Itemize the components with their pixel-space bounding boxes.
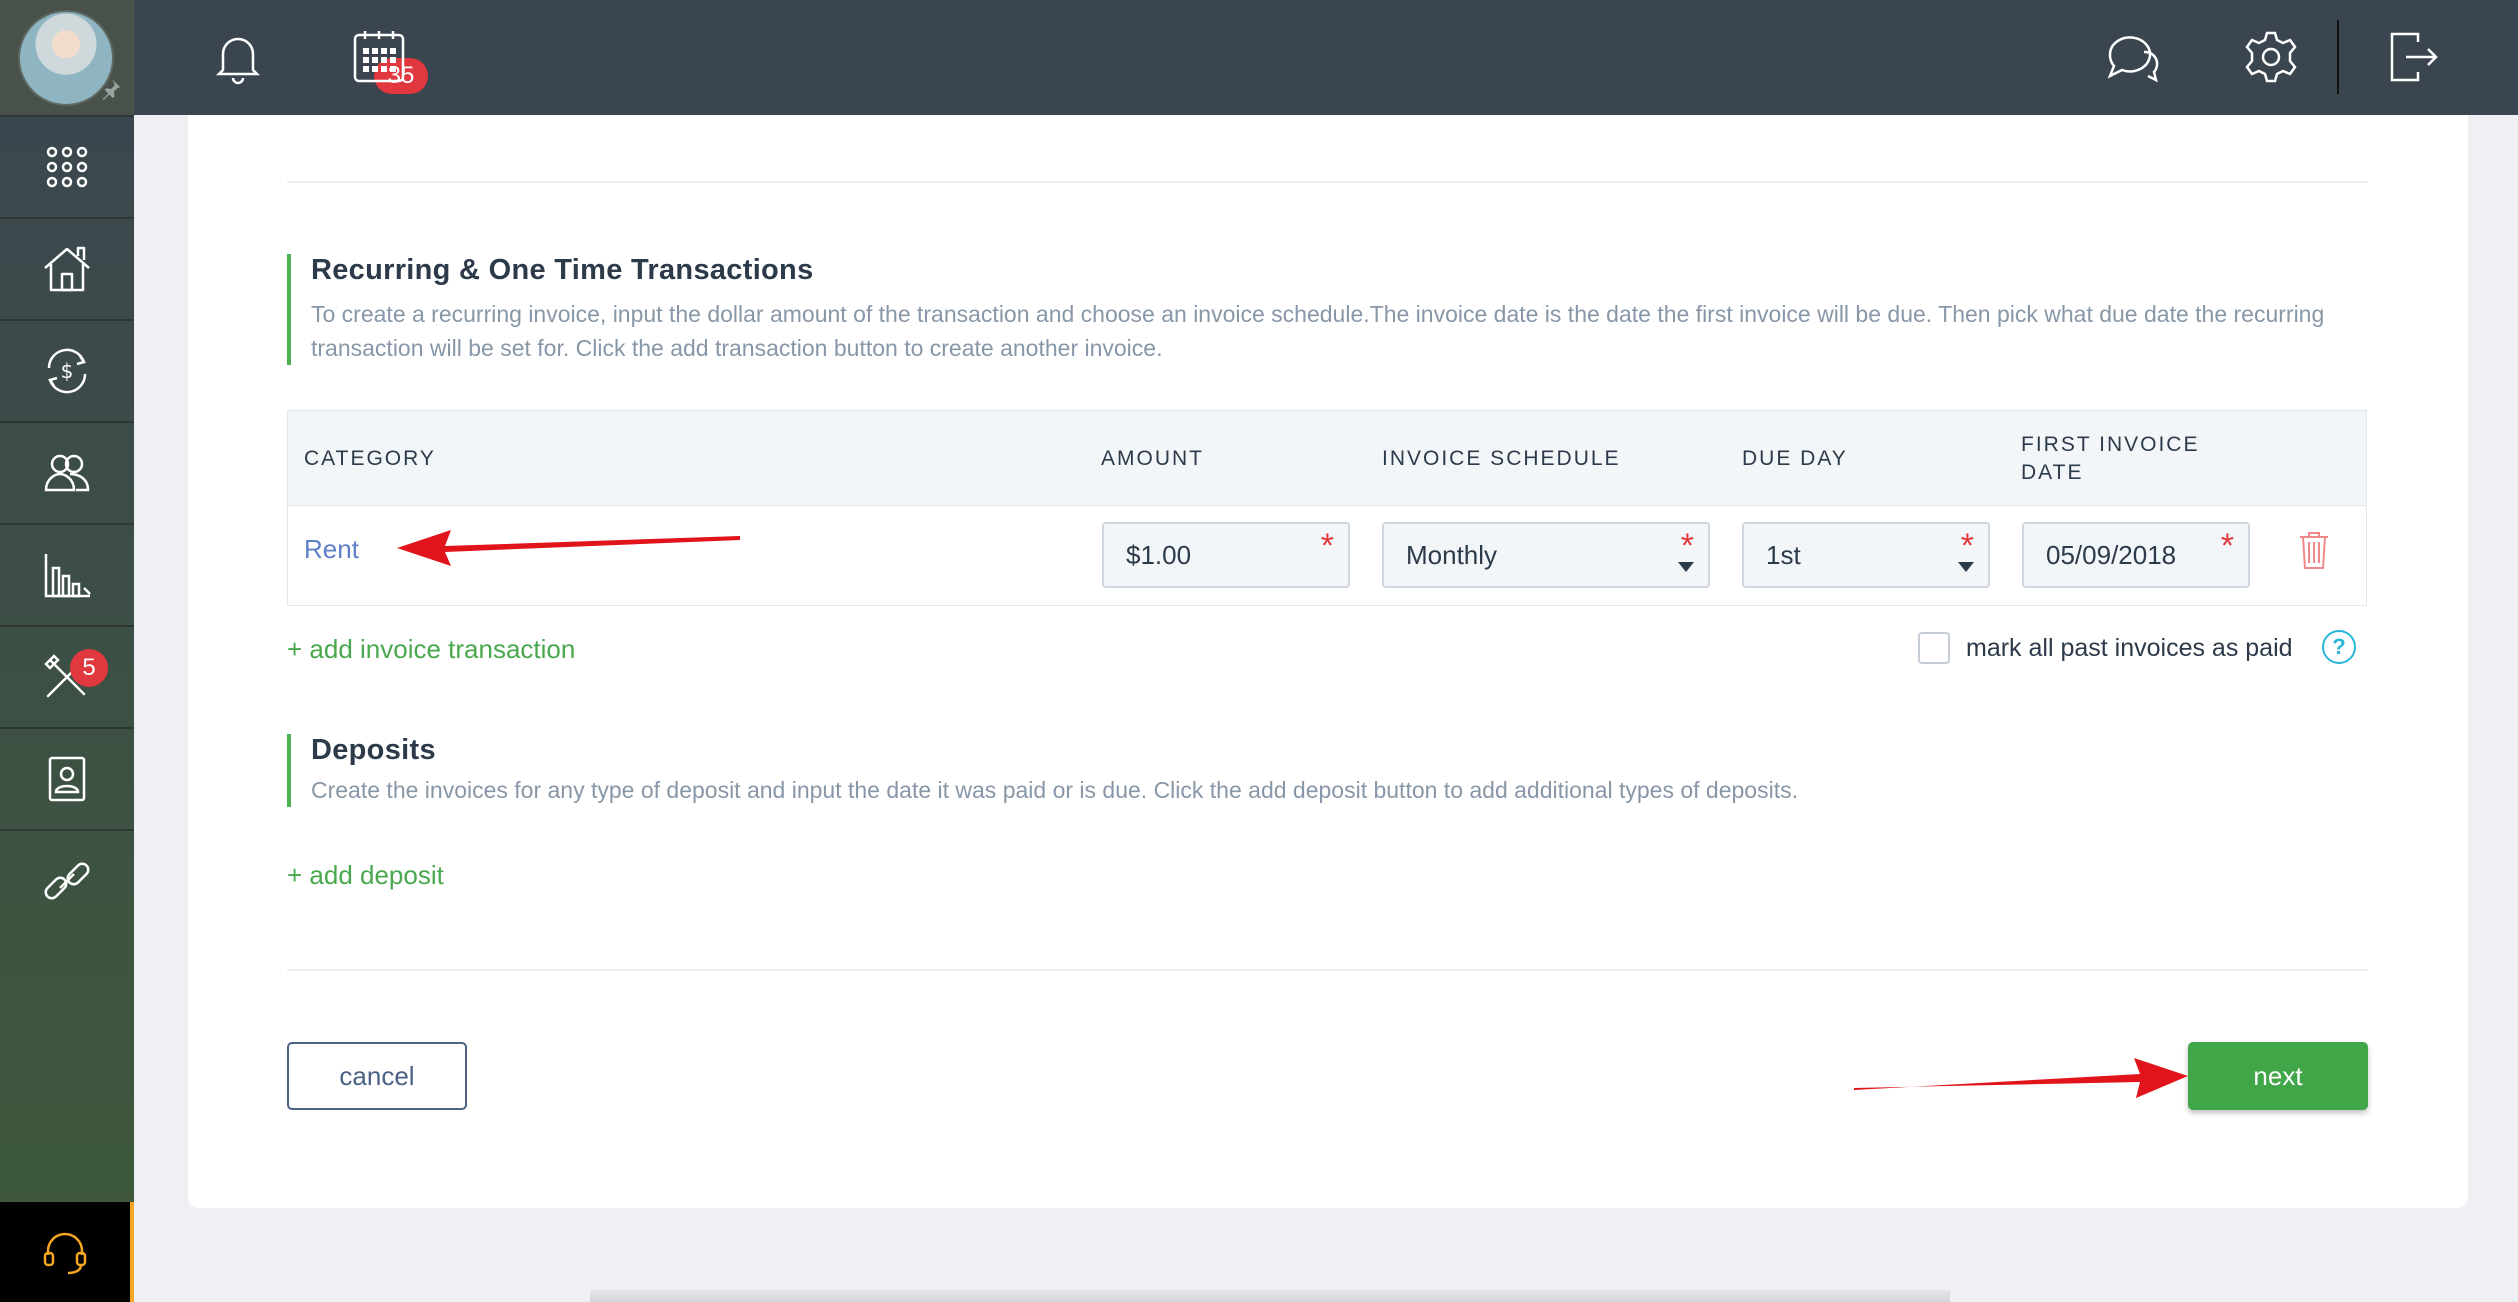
divider	[287, 969, 2368, 971]
sidebar-item-apps[interactable]	[0, 115, 134, 217]
first-invoice-date-value: 05/09/2018	[2046, 540, 2177, 570]
notification-bell-icon[interactable]	[209, 28, 267, 86]
amount-input[interactable]: $1.00 *	[1102, 522, 1350, 588]
support-button[interactable]	[0, 1202, 134, 1302]
column-header-first-invoice-date-line1: FIRST INVOICE	[2021, 433, 2200, 456]
sidebar-item-reports[interactable]	[0, 523, 134, 625]
divider	[287, 181, 2368, 183]
annotation-arrow-next	[1854, 1058, 2188, 1098]
users-icon	[44, 454, 90, 492]
dropdown-caret-icon	[1958, 562, 1974, 572]
help-icon[interactable]: ?	[2322, 630, 2356, 664]
sidebar-item-maintenance[interactable]: 5	[0, 625, 134, 727]
add-invoice-transaction-link[interactable]: + add invoice transaction	[287, 634, 575, 665]
column-header-invoice-schedule: INVOICE SCHEDULE	[1382, 447, 1621, 470]
annotation-arrow-rent	[397, 530, 740, 566]
amount-value: $1.00	[1126, 540, 1192, 570]
next-button[interactable]: next	[2188, 1042, 2368, 1110]
recurring-section: Recurring & One Time Transactions To cre…	[287, 254, 2391, 365]
sidebar-item-documents[interactable]	[0, 727, 134, 829]
column-header-first-invoice-date-line2: DATE	[2021, 461, 2084, 484]
sidebar-item-payments[interactable]: $	[0, 319, 134, 421]
required-marker: *	[1320, 527, 1334, 565]
deposits-section-title: Deposits	[311, 734, 436, 766]
dollar-cycle-icon: $	[47, 348, 87, 394]
due-day-select[interactable]: 1st *	[1742, 522, 1990, 588]
dropdown-caret-icon	[1678, 562, 1694, 572]
transactions-table-header: CATEGORY AMOUNT INVOICE SCHEDULE DUE DAY…	[287, 410, 2367, 506]
bar-chart-icon	[44, 554, 91, 598]
house-icon	[44, 246, 90, 292]
contact-document-icon	[48, 756, 86, 802]
required-marker: *	[2220, 527, 2234, 565]
calendar-icon[interactable]	[350, 28, 408, 86]
sidebar-item-people[interactable]	[0, 421, 134, 523]
deposits-section: Deposits Create the invoices for any typ…	[287, 734, 2391, 807]
sidebar-item-integrations[interactable]	[0, 829, 134, 931]
headset-icon	[43, 1232, 87, 1275]
column-header-due-day: DUE DAY	[1742, 447, 1848, 470]
recurring-section-description: To create a recurring invoice, input the…	[311, 301, 2325, 361]
first-invoice-date-input[interactable]: 05/09/2018 *	[2022, 522, 2250, 588]
logout-icon[interactable]	[2384, 28, 2442, 86]
link-icon	[44, 862, 90, 900]
sidebar: $ 5	[0, 0, 134, 1302]
invoice-schedule-value: Monthly	[1406, 540, 1498, 570]
bottom-panel-edge	[590, 1290, 1950, 1302]
apps-grid-icon	[46, 146, 88, 188]
recurring-section-title: Recurring & One Time Transactions	[311, 254, 814, 286]
tools-badge: 5	[70, 649, 108, 687]
pin-icon[interactable]	[100, 78, 122, 100]
user-panel	[0, 0, 134, 115]
mark-past-paid-checkbox[interactable]	[1918, 632, 1950, 664]
sidebar-item-properties[interactable]	[0, 217, 134, 319]
top-bar-divider	[2337, 20, 2339, 94]
mark-past-paid-label: mark all past invoices as paid	[1966, 634, 2293, 662]
column-header-first-invoice-date: FIRST INVOICE DATE	[2021, 431, 2199, 487]
deposits-section-description: Create the invoices for any type of depo…	[311, 777, 1798, 803]
column-header-amount: AMOUNT	[1101, 447, 1204, 470]
delete-trash-icon[interactable]	[2298, 530, 2330, 570]
add-deposit-link[interactable]: + add deposit	[287, 860, 444, 891]
cancel-button[interactable]: cancel	[287, 1042, 467, 1110]
chat-icon[interactable]	[2102, 28, 2160, 86]
svg-text:$: $	[61, 359, 74, 383]
column-header-category: CATEGORY	[304, 447, 436, 470]
top-bar: 35	[134, 0, 2518, 115]
due-day-value: 1st	[1766, 540, 1801, 570]
category-link-rent[interactable]: Rent	[304, 534, 359, 565]
settings-gear-icon[interactable]	[2242, 28, 2300, 86]
invoice-schedule-select[interactable]: Monthly *	[1382, 522, 1710, 588]
